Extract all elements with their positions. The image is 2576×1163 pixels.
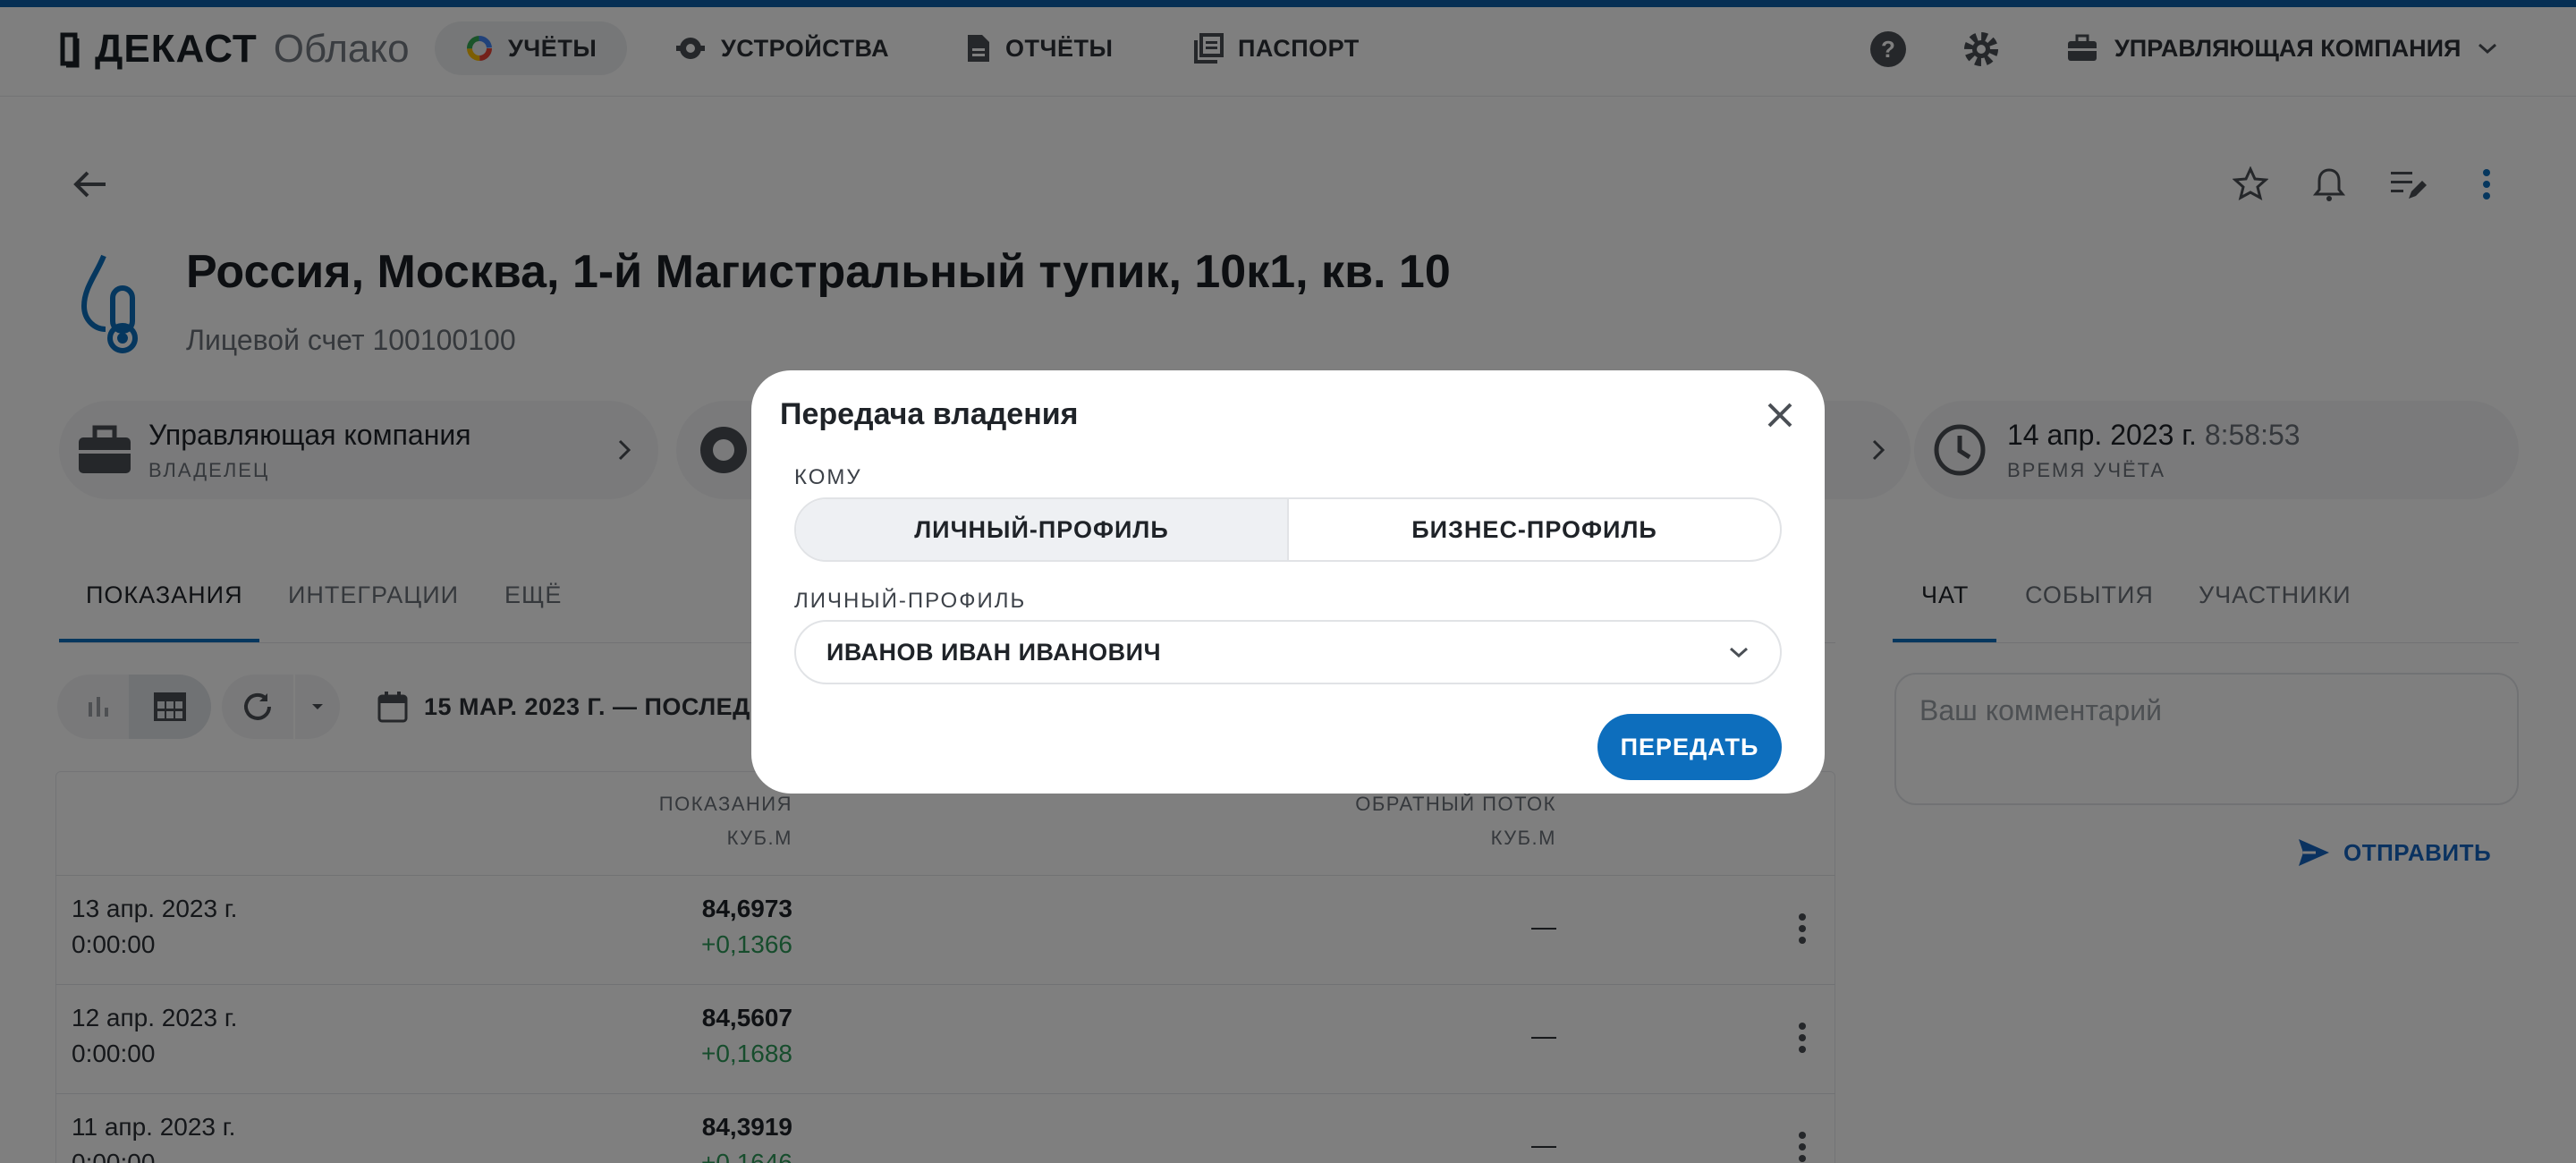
dialog-title: Передача владения (780, 397, 1079, 431)
recipient-type-toggle: ЛИЧНЫЙ-ПРОФИЛЬ БИЗНЕС-ПРОФИЛЬ (794, 497, 1782, 562)
profile-select-value: ИВАНОВ ИВАН ИВАНОВИЧ (826, 638, 1162, 666)
chevron-down-icon (1730, 647, 1748, 658)
transfer-ownership-dialog: Передача владения КОМУ ЛИЧНЫЙ-ПРОФИЛЬ БИ… (751, 370, 1825, 794)
business-profile-option[interactable]: БИЗНЕС-ПРОФИЛЬ (1289, 499, 1780, 560)
profile-label: ЛИЧНЫЙ-ПРОФИЛЬ (794, 589, 1027, 613)
close-icon[interactable] (1762, 397, 1798, 433)
profile-select[interactable]: ИВАНОВ ИВАН ИВАНОВИЧ (794, 620, 1782, 684)
to-label: КОМУ (794, 465, 862, 489)
personal-profile-option[interactable]: ЛИЧНЫЙ-ПРОФИЛЬ (796, 499, 1289, 560)
transfer-button[interactable]: ПЕРЕДАТЬ (1597, 714, 1782, 780)
